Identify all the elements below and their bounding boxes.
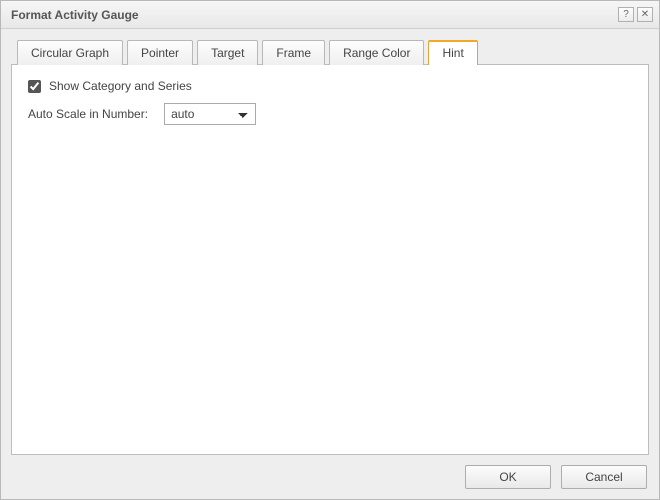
ok-button[interactable]: OK	[465, 465, 551, 489]
dialog-footer: OK Cancel	[1, 455, 659, 499]
auto-scale-select[interactable]: auto	[164, 103, 256, 125]
auto-scale-row: Auto Scale in Number: auto	[28, 103, 632, 125]
close-icon[interactable]: ✕	[637, 7, 653, 22]
window-title: Format Activity Gauge	[11, 8, 615, 22]
tab-hint[interactable]: Hint	[428, 40, 477, 65]
show-category-row: Show Category and Series	[28, 79, 632, 93]
tab-target[interactable]: Target	[197, 40, 258, 65]
tab-circular-graph[interactable]: Circular Graph	[17, 40, 123, 65]
titlebar: Format Activity Gauge ? ✕	[1, 1, 659, 29]
tab-panel-hint: Show Category and Series Auto Scale in N…	[11, 64, 649, 455]
cancel-button[interactable]: Cancel	[561, 465, 647, 489]
show-category-label: Show Category and Series	[49, 79, 192, 93]
tab-pointer[interactable]: Pointer	[127, 40, 193, 65]
auto-scale-label: Auto Scale in Number:	[28, 107, 148, 121]
help-icon[interactable]: ?	[618, 7, 634, 22]
tab-frame[interactable]: Frame	[262, 40, 325, 65]
dialog-body: Circular Graph Pointer Target Frame Rang…	[1, 29, 659, 455]
tab-range-color[interactable]: Range Color	[329, 40, 424, 65]
dialog-window: Format Activity Gauge ? ✕ Circular Graph…	[0, 0, 660, 500]
tabstrip: Circular Graph Pointer Target Frame Rang…	[11, 39, 649, 64]
show-category-checkbox[interactable]	[28, 80, 41, 93]
